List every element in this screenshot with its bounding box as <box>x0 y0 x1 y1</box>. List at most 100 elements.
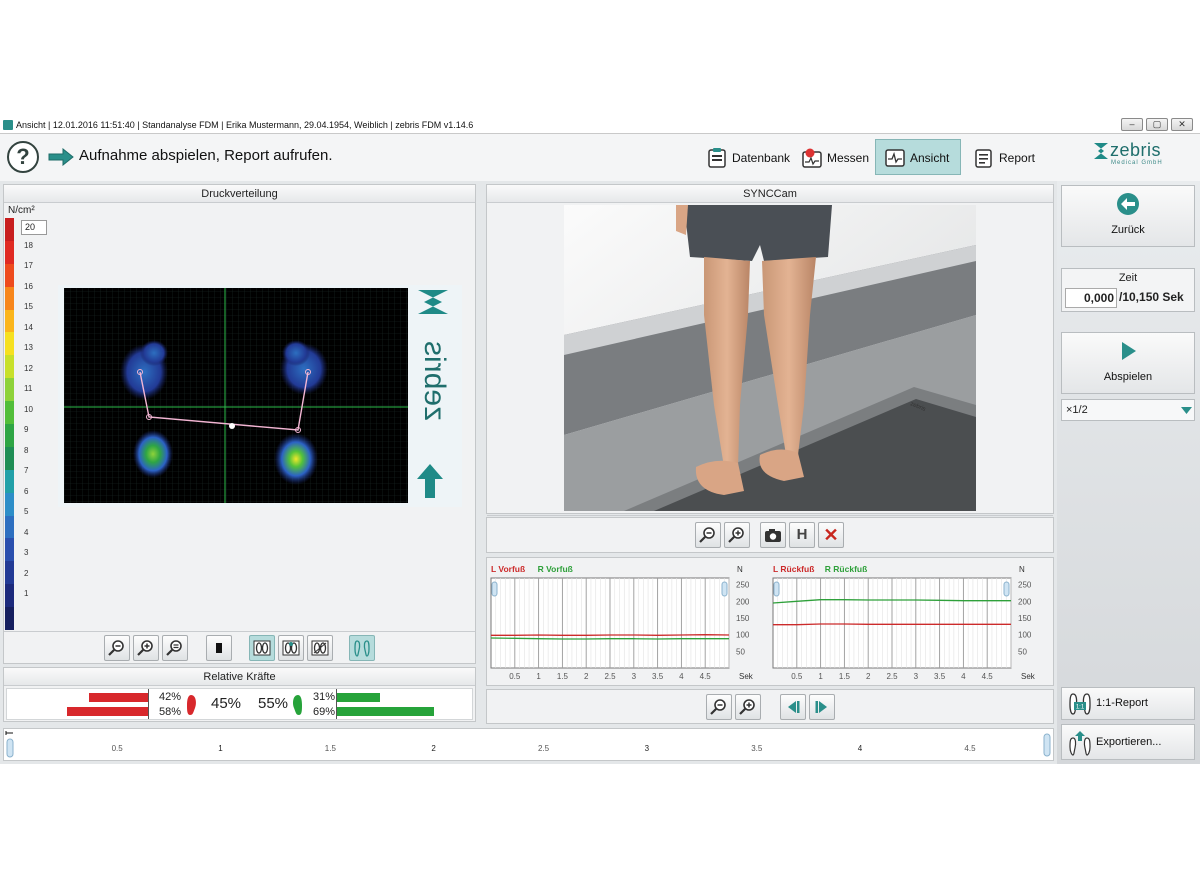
synccam-video: zebris <box>564 205 976 511</box>
zoom-in-icon <box>728 527 744 543</box>
measure-icon <box>802 148 822 168</box>
help-button[interactable]: ? <box>7 141 39 173</box>
zoom-fit-button[interactable] <box>162 635 188 661</box>
right-forefoot-bar <box>337 693 381 702</box>
speed-value: ×1/2 <box>1066 404 1088 416</box>
close-window-button[interactable]: ✕ <box>1171 118 1193 131</box>
timeline-tick: 2 <box>431 744 436 753</box>
timeline-end-handle-icon[interactable] <box>1042 730 1052 760</box>
map-logo-text: zebris <box>418 340 451 421</box>
scale-label: 6 <box>24 486 29 496</box>
timeline-tick: 0.5 <box>111 744 123 753</box>
y-tick-label: 100 <box>1018 631 1032 640</box>
footprint-view-button-3[interactable] <box>307 635 333 661</box>
map-logo-mark-icon <box>418 290 448 314</box>
y-tick-label: 150 <box>1018 614 1032 623</box>
minimize-button[interactable]: ‒ <box>1121 118 1143 131</box>
cam-zoom-in-button[interactable] <box>724 522 750 548</box>
app-icon <box>3 120 13 130</box>
x-tick-label: 1 <box>536 672 541 681</box>
y-tick-label: 100 <box>736 631 750 640</box>
y-unit: N <box>737 565 743 574</box>
scale-segment <box>5 515 14 539</box>
relative-forces-body: 42% 58% 45% 55% 31% 69% <box>6 688 473 720</box>
zoom-in-button[interactable] <box>133 635 159 661</box>
left-bar-axis <box>148 689 149 719</box>
report-1to1-button[interactable]: 1:1 1:1-Report <box>1061 687 1195 720</box>
x-tick-label: 0.5 <box>791 672 803 681</box>
play-label: Abspielen <box>1103 371 1153 383</box>
relative-forces-title: Relative Kräfte <box>4 668 475 686</box>
speed-select[interactable]: ×1/2 <box>1061 399 1195 421</box>
zoom-in-icon <box>137 640 153 656</box>
y-tick-label: 50 <box>1018 647 1027 656</box>
feet-report-icon: 1:1 <box>1069 693 1091 715</box>
arrow-left-circle-icon <box>1117 193 1139 215</box>
y-tick-label: 150 <box>736 614 750 623</box>
foot-outline-button[interactable] <box>349 635 375 661</box>
x-tick-label: 0.5 <box>509 672 521 681</box>
x-tick-label: 1 <box>818 672 823 681</box>
x-tick-label: 4 <box>679 672 684 681</box>
nav-messen[interactable]: Messen <box>792 139 872 175</box>
camera-icon <box>765 529 781 542</box>
y-tick-label: 250 <box>736 581 750 590</box>
cursor-end-handle <box>721 581 728 597</box>
zoom-out-icon <box>699 527 715 543</box>
scale-segment <box>5 584 14 608</box>
x-tick-label: 2.5 <box>886 672 898 681</box>
timeline-tick: 2.5 <box>538 744 550 753</box>
display-mode-button[interactable] <box>206 635 232 661</box>
cursor-end-handle <box>1003 581 1010 597</box>
time-total: /10,150 Sek <box>1119 290 1184 304</box>
y-unit: N <box>1019 565 1025 574</box>
maximize-button[interactable]: ▢ <box>1146 118 1168 131</box>
x-tick-label: 1.5 <box>557 672 569 681</box>
cursor-start-handle <box>773 581 780 597</box>
footprint-view-button-2[interactable] <box>278 635 304 661</box>
timeline-tick: 3 <box>644 744 650 753</box>
play-button[interactable]: Abspielen <box>1061 332 1195 394</box>
scale-segment <box>5 561 14 585</box>
mirror-button[interactable]: H <box>789 522 815 548</box>
timeline-start-handle-icon[interactable] <box>5 730 15 760</box>
left-total-percent: 45% <box>211 695 242 712</box>
scale-segment <box>5 286 14 311</box>
cam-zoom-out-button[interactable] <box>695 522 721 548</box>
nav-report[interactable]: Report <box>964 139 1044 175</box>
zoom-out-icon <box>710 699 726 715</box>
export-label: Exportieren... <box>1096 736 1162 748</box>
snapshot-button[interactable] <box>760 522 786 548</box>
footprint-view-button-1[interactable] <box>249 635 275 661</box>
nav-datenbank[interactable]: Datenbank <box>697 139 791 175</box>
mirror-h-icon: H <box>796 526 808 543</box>
step-back-button[interactable] <box>780 694 806 720</box>
chart-zoom-out-button[interactable] <box>706 694 732 720</box>
relative-forces-panel: Relative Kräfte 42% 58% 45% 55% 31% 69% <box>3 667 476 722</box>
x-tick-label: 2 <box>866 672 871 681</box>
zoom-out-button[interactable] <box>104 635 130 661</box>
scale-segment <box>5 446 14 471</box>
scale-segment <box>5 469 14 494</box>
timeline[interactable]: 0.5 1 1.5 2 2.5 3 3.5 4 4.5 <box>3 728 1054 761</box>
scale-segment <box>5 378 14 402</box>
delete-video-button[interactable]: ✕ <box>818 522 844 548</box>
back-button[interactable]: Zurück <box>1061 185 1195 247</box>
pressure-panel: Druckverteilung N/cm² 20 18 17 16 15 14 13 12 1… <box>3 184 476 664</box>
step-forward-button[interactable] <box>809 694 835 720</box>
play-icon <box>1122 342 1136 360</box>
scale-segment <box>5 424 14 448</box>
zoom-fit-icon <box>166 640 182 656</box>
zebris-logo-mark-icon <box>1094 143 1108 159</box>
scale-segment <box>5 240 14 265</box>
nav-ansicht[interactable]: Ansicht <box>875 139 961 175</box>
scale-max-input[interactable]: 20 <box>21 220 47 235</box>
time-current-input[interactable]: 0,000 <box>1065 288 1117 308</box>
export-button[interactable]: Exportieren... <box>1061 724 1195 760</box>
scale-segment <box>5 401 14 425</box>
synccam-divider <box>487 515 1053 516</box>
legend-left: L Vorfuß <box>491 564 525 574</box>
x-tick-label: 4.5 <box>982 672 994 681</box>
database-icon <box>708 148 726 168</box>
chart-zoom-in-button[interactable] <box>735 694 761 720</box>
